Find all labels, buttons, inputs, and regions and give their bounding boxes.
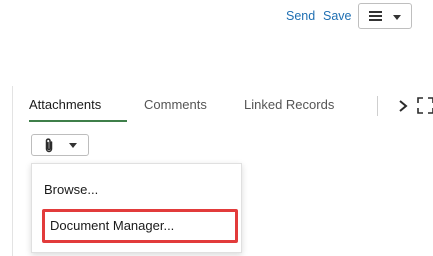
hamburger-icon: [369, 11, 382, 21]
record-side-panel: Attachments Comments Linked Records Brow…: [12, 86, 433, 256]
caret-down-icon: [393, 15, 401, 20]
menu-item-document-manager[interactable]: Document Manager...: [42, 209, 238, 243]
top-actions-bar: Send Save: [0, 0, 433, 40]
tab-divider: [377, 96, 378, 116]
send-button[interactable]: Send: [286, 8, 315, 24]
actions-menu-button[interactable]: [358, 3, 412, 29]
panel-tabs: Attachments Comments Linked Records: [13, 86, 433, 122]
attachment-options-menu: Browse... Document Manager...: [31, 163, 242, 253]
tab-comments[interactable]: Comments: [144, 96, 207, 114]
add-attachment-button[interactable]: [31, 134, 89, 156]
menu-item-browse[interactable]: Browse...: [32, 173, 241, 207]
active-tab-indicator: [29, 120, 127, 122]
tab-attachments[interactable]: Attachments: [29, 96, 101, 114]
tab-linked-records[interactable]: Linked Records: [244, 96, 334, 114]
save-button[interactable]: Save: [323, 8, 352, 24]
caret-down-icon: [69, 143, 77, 148]
chevron-right-icon[interactable]: [396, 99, 410, 113]
paperclip-icon: [45, 138, 53, 153]
expand-icon[interactable]: [417, 97, 433, 114]
